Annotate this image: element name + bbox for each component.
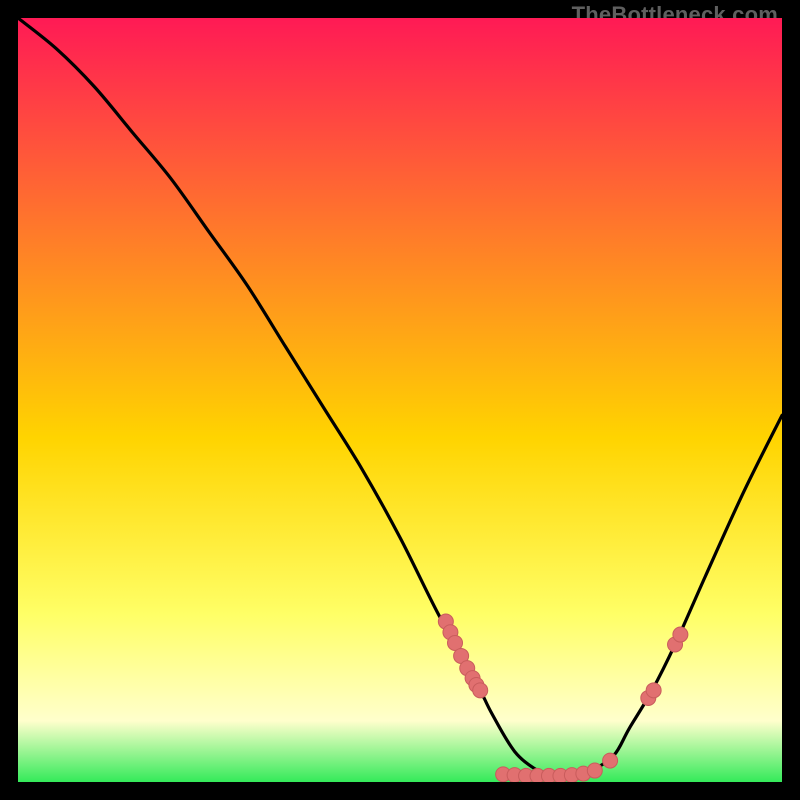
curve-marker bbox=[587, 763, 602, 778]
chart-frame bbox=[18, 18, 782, 782]
curve-marker bbox=[646, 683, 661, 698]
bottleneck-chart bbox=[18, 18, 782, 782]
curve-marker bbox=[673, 627, 688, 642]
curve-marker bbox=[603, 753, 618, 768]
curve-marker bbox=[473, 683, 488, 698]
